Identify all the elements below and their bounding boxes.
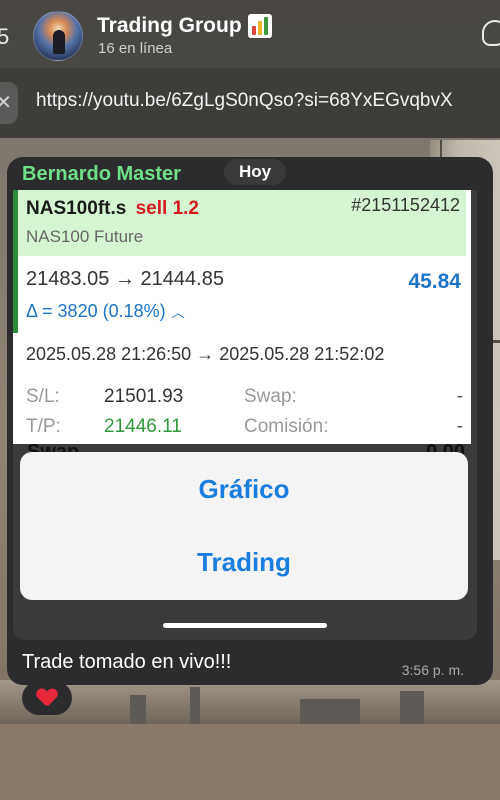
time-arrow-icon: → (196, 344, 215, 364)
close-price: 21444.85 (140, 268, 224, 290)
link-preview-bar: ✕ https://youtu.be/6ZgLgS0nQso?si=68YxEG… (0, 68, 500, 138)
group-avatar[interactable] (33, 11, 83, 61)
sl-label: S/L: (26, 386, 60, 407)
trade-times: 2025.05.28 21:26:50 → 2025.05.28 21:52:0… (26, 344, 384, 365)
message-time: 3:56 p. m. (401, 662, 464, 678)
close-icon[interactable]: ✕ (0, 82, 18, 124)
commission-label: Comisión: (244, 416, 329, 437)
trading-button[interactable]: Trading (20, 547, 468, 578)
close-time: 2025.05.28 21:52:02 (219, 344, 385, 364)
date-separator: Hoy (224, 159, 286, 185)
wallpaper-cityscape (0, 680, 500, 725)
arrow-icon: → (114, 268, 135, 290)
trade-profit: 45.84 (408, 270, 461, 293)
chat-icon[interactable] (482, 20, 500, 46)
trade-card: NAS100ft.s sell 1.2 #2151152412 NAS100 F… (13, 190, 471, 444)
open-time: 2025.05.28 21:26:50 (26, 344, 192, 364)
group-title[interactable]: Trading Group (97, 14, 272, 38)
trade-ticket: #2151152412 (351, 195, 460, 215)
trade-screenshot[interactable]: NAS100ft.s sell 1.2 #2151152412 NAS100 F… (13, 190, 477, 640)
message-caption: Trade tomado en vivo!!! (22, 651, 232, 673)
trade-direction: sell 1.2 (135, 198, 199, 219)
group-online-status: 16 en línea (98, 40, 173, 57)
chart-button[interactable]: Gráfico (20, 474, 468, 505)
link-url[interactable]: https://youtu.be/6ZgLgS0nQso?si=68YxEGvq… (36, 90, 500, 112)
tp-value: 21446.11 (104, 416, 182, 437)
delta-text: Δ = 3820 (0.18%) (26, 301, 166, 321)
bar-chart-icon (247, 14, 272, 38)
trade-delta: Δ = 3820 (0.18%) ︿ (26, 301, 185, 322)
open-price: 21483.05 (26, 268, 110, 290)
action-sheet: Gráfico Trading (20, 452, 468, 600)
swap-label: Swap: (244, 386, 297, 407)
trade-instrument: NAS100 Future (26, 227, 144, 246)
trade-prices: 21483.05 → 21444.85 (26, 268, 224, 291)
group-name: Trading Group (97, 14, 242, 37)
swap-value: - (456, 386, 463, 407)
trade-card-header: NAS100ft.s sell 1.2 #2151152412 NAS100 F… (18, 190, 466, 256)
tp-label: T/P: (26, 416, 61, 437)
heart-icon (37, 689, 57, 707)
wallpaper-floor (0, 724, 500, 800)
chat-header: 5 Trading Group 16 en línea (0, 0, 500, 68)
commission-value: - (456, 416, 463, 437)
reaction-badge[interactable] (22, 681, 72, 715)
trade-symbol: NAS100ft.s sell 1.2 (26, 198, 199, 220)
home-indicator (163, 623, 327, 628)
symbol-name: NAS100ft.s (26, 198, 127, 219)
back-unread-count[interactable]: 5 (0, 24, 9, 50)
sl-value: 21501.93 (104, 386, 184, 407)
chevron-up-icon: ︿ (171, 305, 185, 320)
message-sender[interactable]: Bernardo Master (22, 163, 181, 186)
